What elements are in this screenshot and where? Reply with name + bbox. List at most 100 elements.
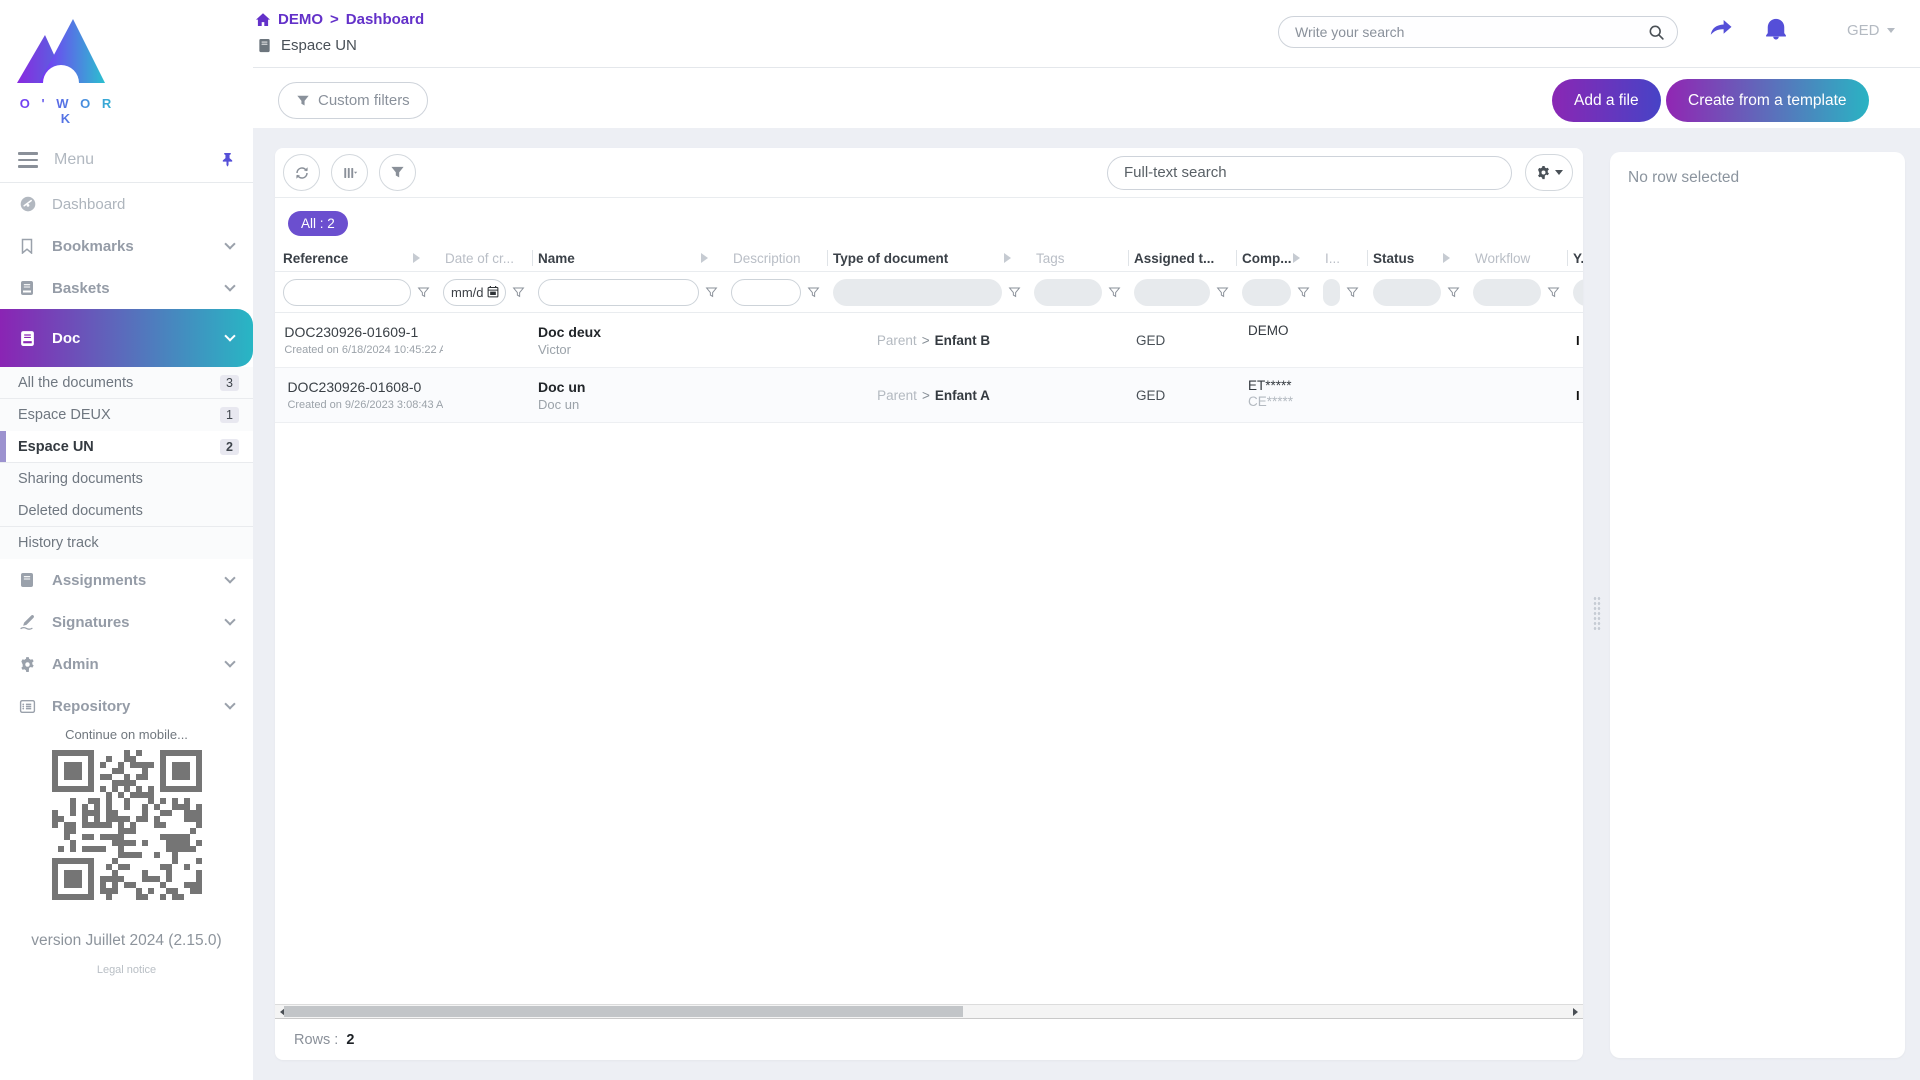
fulltext-search-input[interactable] (1108, 157, 1511, 189)
workflow-filter-select[interactable] (1473, 279, 1541, 306)
doc-created-date: Created on 6/18/2024 10:45:22 AM (284, 344, 443, 356)
column-header-i[interactable]: I... (1323, 245, 1373, 271)
calendar-icon[interactable] (487, 286, 499, 298)
status-filter-select[interactable] (1373, 279, 1441, 306)
cell-company: DEMO (1242, 313, 1323, 367)
submenu-espace-un[interactable]: Espace UN 2 (0, 431, 253, 463)
breadcrumb-current[interactable]: Dashboard (346, 11, 424, 28)
sidebar-item-label: Baskets (52, 280, 211, 297)
tags-filter-select[interactable] (1034, 279, 1102, 306)
column-header-company[interactable]: Comp... (1242, 245, 1323, 271)
home-icon[interactable] (255, 12, 271, 28)
submenu-espace-deux[interactable]: Espace DEUX 1 (0, 399, 253, 431)
sidebar-item-doc[interactable]: Doc (0, 309, 253, 367)
cell-assigned-to: GED (1134, 313, 1242, 367)
funnel-icon[interactable] (1108, 286, 1121, 299)
sidebar-item-repository[interactable]: Repository (0, 685, 253, 727)
type-filter-select[interactable] (833, 279, 1002, 306)
column-header-workflow[interactable]: Workflow (1473, 245, 1573, 271)
sidebar-item-assignments[interactable]: Assignments (0, 559, 253, 601)
funnel-icon[interactable] (807, 286, 820, 299)
expand-arrow-icon[interactable] (1293, 253, 1305, 263)
detail-panel: No row selected (1610, 152, 1905, 1058)
sidebar-item-admin[interactable]: Admin (0, 643, 253, 685)
horizontal-scrollbar[interactable] (275, 1004, 1583, 1019)
resize-handle[interactable] (1593, 596, 1601, 632)
table-settings-button[interactable] (1525, 154, 1573, 191)
all-count-badge[interactable]: All : 2 (288, 211, 348, 236)
chevron-down-icon (224, 280, 235, 291)
name-filter-input[interactable] (538, 279, 699, 306)
custom-filters-button[interactable]: Custom filters (278, 82, 428, 119)
submenu-all-documents[interactable]: All the documents 3 (0, 367, 253, 399)
create-from-template-button[interactable]: Create from a template (1666, 79, 1869, 122)
search-icon[interactable] (1648, 24, 1665, 46)
share-icon[interactable] (1709, 19, 1733, 45)
column-header-assigned[interactable]: Assigned t... (1134, 245, 1242, 271)
scrollbar-thumb[interactable] (284, 1006, 963, 1017)
reference-filter-input[interactable] (283, 279, 411, 306)
funnel-icon[interactable] (1216, 286, 1229, 299)
submenu-sharing-documents[interactable]: Sharing documents (0, 463, 253, 495)
filter-cell-date: mm/d (443, 279, 538, 306)
funnel-icon[interactable] (1008, 286, 1021, 299)
column-header-status[interactable]: Status (1373, 245, 1473, 271)
pin-icon[interactable] (220, 152, 235, 167)
description-filter-input[interactable] (731, 279, 801, 306)
date-filter-input[interactable]: mm/d (443, 279, 506, 306)
sidebar-item-bookmarks[interactable]: Bookmarks (0, 225, 253, 267)
funnel-icon[interactable] (1447, 286, 1460, 299)
expand-arrow-icon[interactable] (413, 253, 425, 263)
submenu-label: Sharing documents (18, 471, 143, 487)
column-header-date[interactable]: Date of cr... (443, 245, 538, 271)
funnel-icon[interactable] (1547, 286, 1560, 299)
cell-date (443, 313, 538, 367)
filter-cell-description (731, 279, 833, 306)
sidebar-item-baskets[interactable]: Baskets (0, 267, 253, 309)
table-row[interactable]: w DOC230926-01609-1 Created on 6/18/2024… (275, 313, 1583, 368)
expand-arrow-icon[interactable] (1443, 253, 1455, 263)
filter-cell-name (538, 279, 731, 306)
assigned-filter-select[interactable] (1134, 279, 1210, 306)
scroll-right-arrow-icon[interactable] (1573, 1008, 1582, 1016)
legal-notice-link[interactable]: Legal notice (0, 964, 253, 976)
funnel-icon[interactable] (512, 286, 525, 299)
count-badge: 1 (220, 407, 239, 423)
funnel-icon[interactable] (705, 286, 718, 299)
funnel-icon[interactable] (1297, 286, 1310, 299)
table-row[interactable]: A DOC230926-01608-0 Created on 9/26/2023… (275, 368, 1583, 423)
column-header-type[interactable]: Type of document (833, 245, 1034, 271)
bell-icon[interactable] (1765, 17, 1787, 45)
funnel-icon[interactable] (1346, 286, 1359, 299)
sidebar-item-label: Dashboard (52, 196, 234, 213)
header-divider (253, 67, 1920, 68)
column-header-name[interactable]: Name (538, 245, 731, 271)
caret-down-icon (1887, 28, 1895, 37)
column-header-y[interactable]: Y... (1573, 245, 1583, 271)
global-search-input[interactable] (1279, 17, 1677, 47)
company-filter-select[interactable] (1242, 279, 1291, 306)
funnel-icon[interactable] (417, 286, 430, 299)
hamburger-icon[interactable] (18, 152, 38, 168)
main-area: DEMO > Dashboard Espace UN (253, 0, 1920, 1080)
filter-button[interactable] (379, 154, 416, 191)
user-menu[interactable]: GED (1847, 22, 1895, 39)
submenu-deleted-documents[interactable]: Deleted documents (0, 495, 253, 527)
column-header-description[interactable]: Description (731, 245, 833, 271)
filter-cell-reference (283, 279, 443, 306)
chevron-down-icon (224, 698, 235, 709)
refresh-button[interactable] (283, 154, 320, 191)
y-filter-select[interactable] (1573, 279, 1583, 306)
column-header-tags[interactable]: Tags (1034, 245, 1134, 271)
expand-arrow-icon[interactable] (701, 253, 713, 263)
add-file-button[interactable]: Add a file (1552, 79, 1661, 122)
expand-arrow-icon[interactable] (1004, 253, 1016, 263)
sidebar-item-dashboard[interactable]: Dashboard (0, 183, 253, 225)
sidebar-item-signatures[interactable]: Signatures (0, 601, 253, 643)
columns-button[interactable] (331, 154, 368, 191)
cell-status (1373, 313, 1473, 367)
submenu-history-track[interactable]: History track (0, 527, 253, 559)
breadcrumb-root[interactable]: DEMO (278, 11, 323, 28)
i-filter-select[interactable] (1323, 279, 1340, 306)
column-header-reference[interactable]: Reference (283, 245, 443, 271)
